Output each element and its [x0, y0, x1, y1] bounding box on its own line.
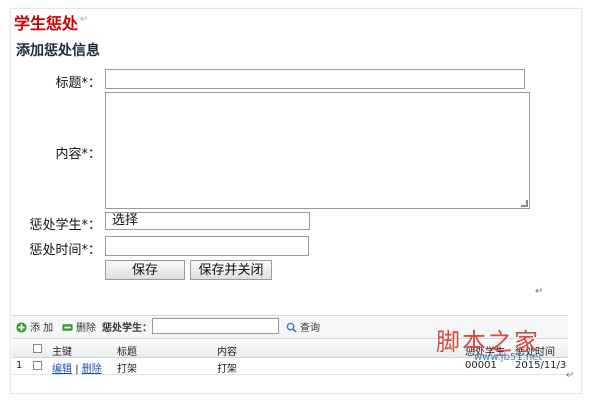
row-checkbox[interactable]: [33, 361, 42, 370]
save-and-close-button[interactable]: 保存并关闭: [190, 260, 272, 280]
delete-link[interactable]: 删除: [82, 364, 102, 375]
save-button[interactable]: 保存: [105, 260, 185, 280]
paragraph-mark: ↵: [535, 286, 544, 297]
filter-label: 惩处学生：: [102, 323, 152, 334]
time-label: 惩处时间*：: [29, 243, 101, 258]
content-label: 内容*：: [55, 147, 101, 162]
search-icon: [286, 322, 297, 333]
cell-content: 打架: [217, 364, 237, 375]
row-actions: 编辑 | 删除: [52, 360, 102, 375]
add-button[interactable]: 添 加: [16, 319, 53, 334]
query-label: 查询: [300, 323, 320, 334]
title-label: 标题*：: [55, 76, 101, 91]
delete-button[interactable]: 删除: [62, 319, 96, 334]
query-button[interactable]: 查询: [286, 319, 320, 334]
edit-link[interactable]: 编辑: [52, 364, 72, 375]
delete-label[interactable]: 删除: [76, 323, 96, 334]
column-header[interactable]: 主键: [52, 343, 72, 358]
remove-icon: [62, 324, 73, 331]
student-select[interactable]: 选择: [105, 212, 310, 230]
student-label: 惩处学生*：: [29, 218, 101, 233]
title-input[interactable]: [105, 69, 525, 89]
add-label: 添 加: [30, 323, 54, 334]
select-all-checkbox[interactable]: [33, 344, 42, 353]
time-input[interactable]: [105, 236, 309, 256]
paragraph-mark: ↵: [80, 14, 89, 25]
resize-handle-icon[interactable]: [521, 200, 528, 207]
cell-title: 打架: [117, 364, 137, 375]
add-icon: [16, 322, 27, 333]
row-number: 1: [16, 360, 23, 371]
section-title: 添加惩处信息: [16, 43, 100, 59]
column-header[interactable]: 内容: [217, 343, 237, 358]
page-title: 学生惩处: [14, 14, 79, 33]
action-separator: |: [75, 364, 79, 375]
watermark-url: www.jb51.net: [474, 352, 543, 363]
content-textarea[interactable]: [105, 92, 530, 209]
column-header[interactable]: 标题: [117, 343, 137, 358]
student-filter-input[interactable]: [152, 318, 279, 334]
paragraph-mark: ↵: [566, 370, 575, 381]
